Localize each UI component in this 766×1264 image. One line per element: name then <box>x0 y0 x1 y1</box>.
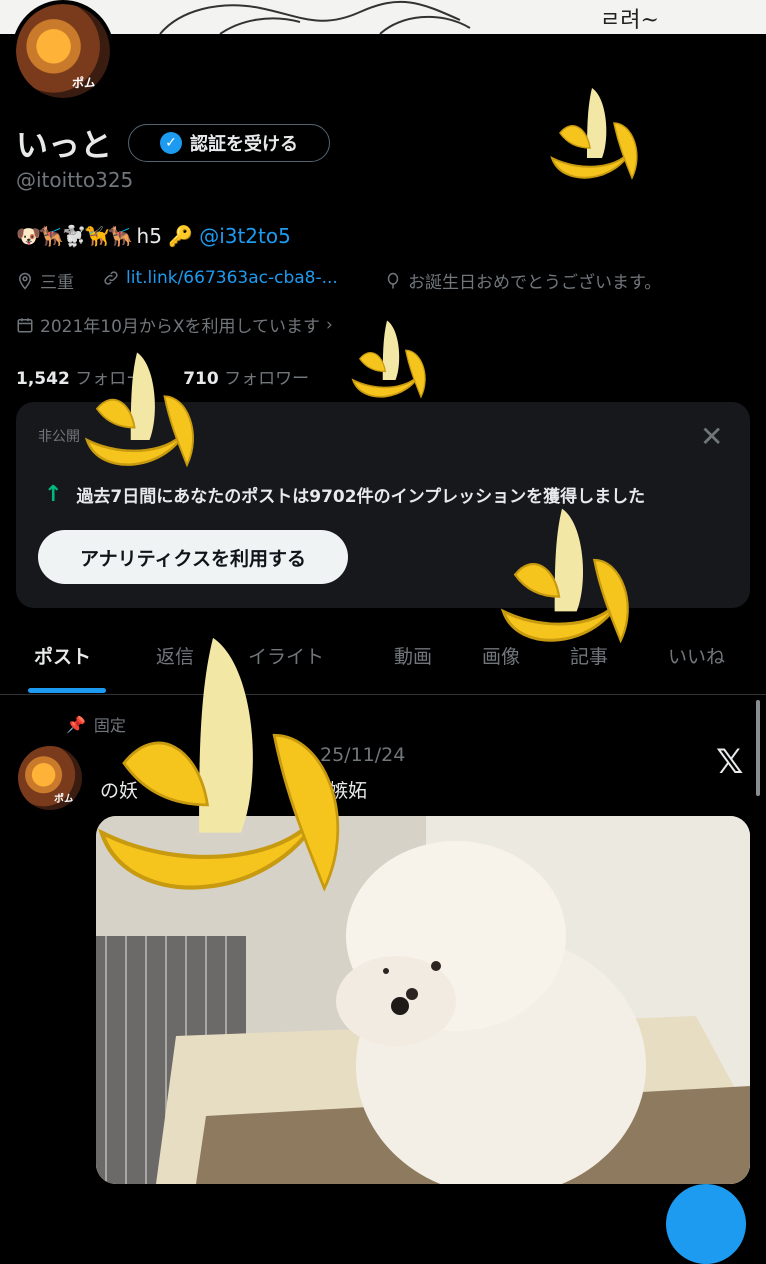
link-icon <box>104 271 118 285</box>
banana-sticker-icon <box>550 88 638 180</box>
banana-sticker-icon <box>84 352 194 468</box>
bio-emojis: 🐶🐕‍🦺🐩🦮🐕‍🦺 <box>16 224 133 248</box>
profile-bio: 🐶🐕‍🦺🐩🦮🐕‍🦺 h5 🔑 @i3t2to5 <box>16 224 291 248</box>
profile-link[interactable]: lit.link/667363ac-cba8-... <box>126 268 338 288</box>
bio-text: h5 🔑 <box>136 224 194 248</box>
location-icon <box>18 272 32 290</box>
avatar-image: ポム <box>16 4 110 98</box>
compose-fab-button[interactable] <box>666 1184 746 1264</box>
joined-date[interactable]: 2021年10月からXを利用しています › <box>16 312 333 337</box>
close-icon[interactable]: ✕ <box>700 420 723 453</box>
followers-label: フォロワー <box>224 369 310 389</box>
banner-scribble-text: ㄹ려~ <box>600 8 659 33</box>
get-verified-label: 認証を受ける <box>190 134 298 155</box>
banana-sticker-icon <box>98 637 340 892</box>
x-logo-icon[interactable]: 𝕏 <box>716 742 743 782</box>
bio-mention-link[interactable]: @i3t2to5 <box>199 224 291 248</box>
chevron-right-icon: › <box>326 314 333 335</box>
banana-sticker-icon <box>351 320 426 399</box>
avatar-badge-text: ポム <box>72 76 97 90</box>
birthday-meta: お誕生日おめでとうございます。 <box>384 268 661 293</box>
banana-sticker-icon <box>500 508 629 644</box>
analytics-button[interactable]: アナリティクスを利用する <box>38 530 348 584</box>
joined-text: 2021年10月からXを利用しています <box>40 317 321 337</box>
arrow-up-icon: ↑ <box>44 482 63 507</box>
birthday-text: お誕生日おめでとうございます。 <box>408 273 662 293</box>
balloon-icon <box>387 272 399 288</box>
display-name: いっと <box>16 126 113 164</box>
header-banner[interactable]: ㄹ려~ <box>0 0 766 34</box>
location-meta: 三重 <box>16 268 74 293</box>
location-text: 三重 <box>40 273 74 293</box>
scrollbar[interactable] <box>756 700 760 796</box>
link-meta[interactable]: lit.link/667363ac-cba8-... <box>102 268 338 288</box>
get-verified-button[interactable]: ✓ 認証を受ける <box>128 124 330 162</box>
tab-likes[interactable]: いいね <box>668 642 725 669</box>
calendar-icon <box>17 317 33 332</box>
verified-badge-icon: ✓ <box>160 132 182 154</box>
tab-videos[interactable]: 動画 <box>394 642 432 669</box>
user-handle: @itoitto325 <box>16 168 134 192</box>
profile-avatar[interactable]: ポム <box>12 0 114 102</box>
